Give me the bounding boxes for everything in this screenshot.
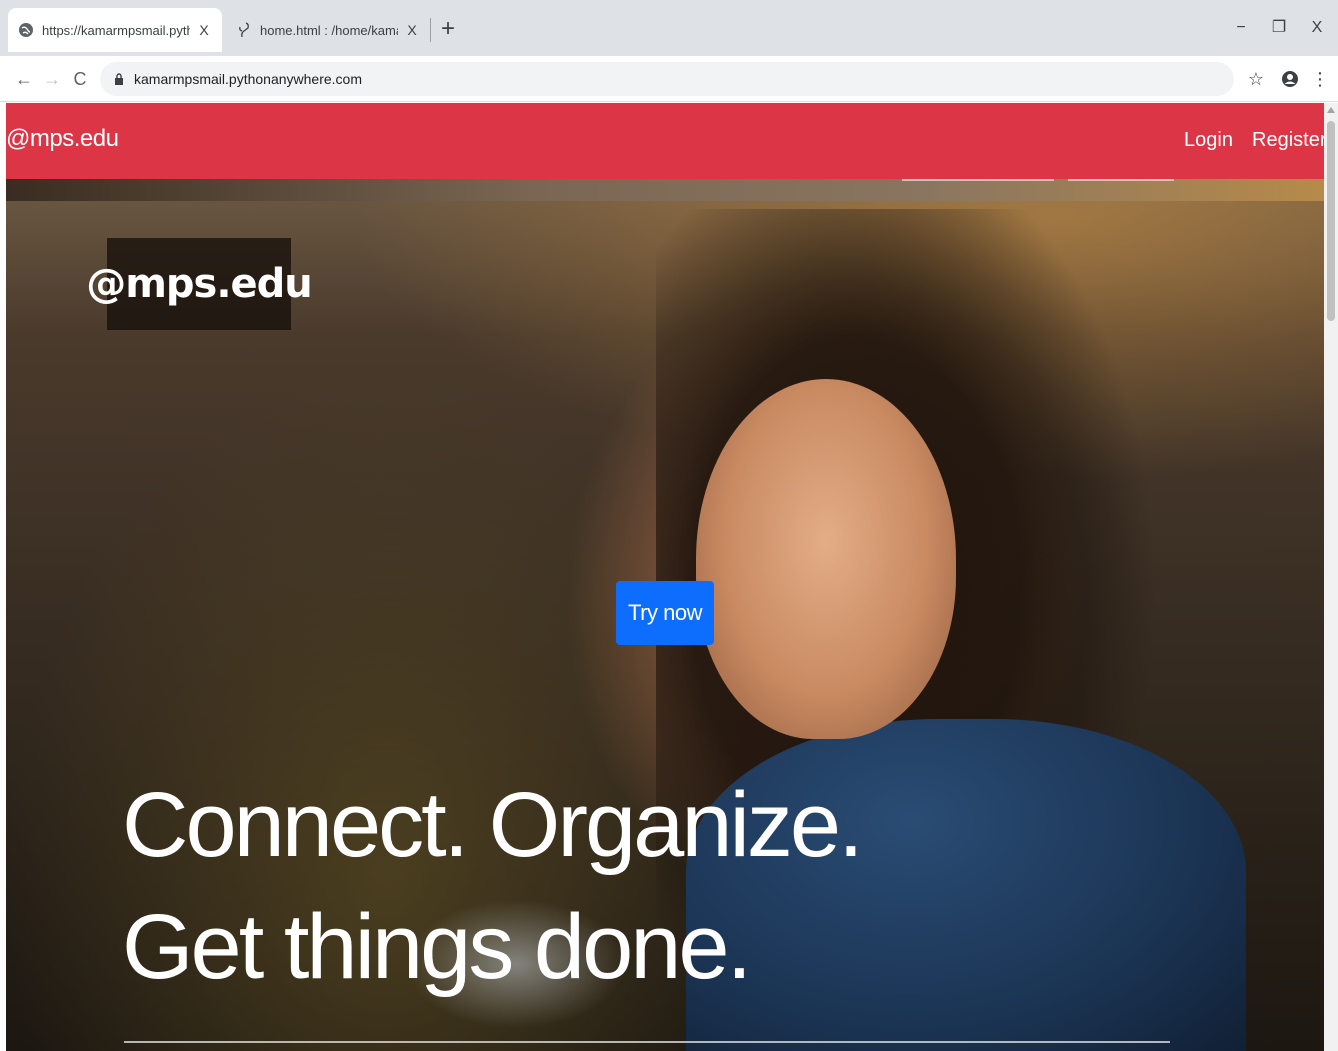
nav-link-login[interactable]: Login [1184, 129, 1233, 152]
scrollbar-thumb[interactable] [1327, 121, 1335, 321]
nav-link-register[interactable]: Register [1252, 129, 1324, 152]
forward-button[interactable]: → [38, 65, 66, 93]
headline-line-1: Connect. Organize. [122, 774, 864, 876]
tab-close-button[interactable]: X [404, 22, 420, 38]
back-arrow-icon: ← [15, 69, 33, 89]
scroll-up-arrow-icon[interactable] [1327, 107, 1335, 113]
hero-line-decoration [1068, 179, 1174, 181]
forward-arrow-icon: → [43, 69, 61, 89]
reload-icon: C [73, 69, 87, 89]
navbar-brand[interactable]: @mps.edu [6, 125, 119, 153]
headline-line-2: Get things done. [122, 896, 752, 998]
tab-close-button[interactable]: X [196, 22, 212, 38]
bookmark-star-icon[interactable]: ☆ [1242, 65, 1270, 93]
new-tab-button[interactable]: + [436, 15, 460, 43]
globe-icon [18, 22, 34, 38]
profile-icon[interactable] [1276, 65, 1304, 93]
hero-headline: Connect. Organize. Get things done. [122, 764, 864, 1008]
close-window-button[interactable]: X [1302, 14, 1332, 42]
reload-button[interactable]: C [66, 65, 94, 93]
tab-title: https://kamarmpsmail.pythonany [42, 22, 190, 38]
hero-logo: @mps.edu [86, 238, 313, 330]
tab-active[interactable]: https://kamarmpsmail.pythonany X [8, 8, 222, 52]
tab-divider [430, 18, 431, 42]
tab-title: home.html : /home/kamarmpsm [260, 22, 398, 38]
hero-divider [124, 1041, 1170, 1043]
page-viewport: @mps.edu Login Register @mps.edu Try now… [6, 103, 1324, 1051]
hero-line-decoration [902, 179, 1054, 181]
python-icon [236, 22, 252, 38]
browser-tabstrip: https://kamarmpsmail.pythonany X home.ht… [0, 0, 1338, 56]
page-scrollbar[interactable] [1324, 103, 1338, 1051]
minimize-button[interactable]: − [1226, 14, 1256, 42]
lock-icon [112, 72, 126, 86]
maximize-button[interactable]: ❐ [1264, 14, 1294, 42]
menu-kebab-icon[interactable]: ⋮ [1306, 65, 1334, 93]
back-button[interactable]: ← [10, 65, 38, 93]
browser-toolbar: ← → C kamarmpsmail.pythonanywhere.com ☆ … [0, 56, 1338, 102]
hero-section: @mps.edu Try now Connect. Organize. Get … [6, 179, 1324, 1051]
hero-background-band [6, 179, 1324, 201]
tab-inactive[interactable]: home.html : /home/kamarmpsm X [226, 8, 430, 52]
hero-photo-face [696, 379, 956, 739]
site-navbar: @mps.edu Login Register [6, 103, 1324, 179]
address-url: kamarmpsmail.pythonanywhere.com [134, 71, 362, 87]
address-bar[interactable]: kamarmpsmail.pythonanywhere.com [100, 62, 1234, 96]
hero-logo-text: @mps.edu [86, 261, 313, 307]
try-now-button[interactable]: Try now [616, 581, 714, 645]
